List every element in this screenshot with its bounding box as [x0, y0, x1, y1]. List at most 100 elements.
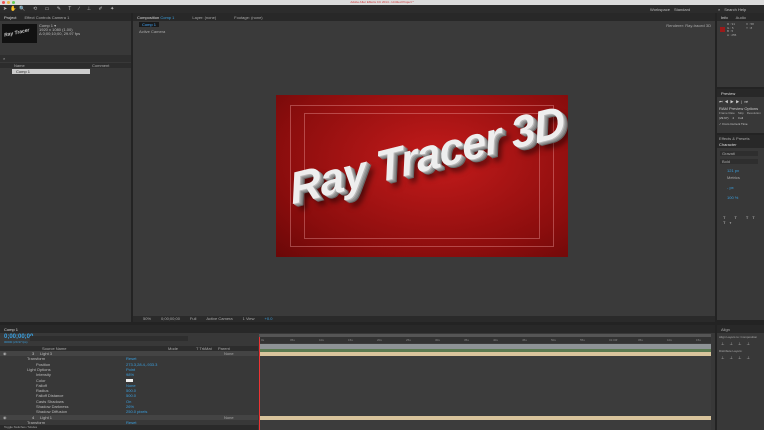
layer-bar-light3[interactable]	[259, 352, 711, 356]
timeline-search-input[interactable]	[30, 336, 188, 341]
tab-composition[interactable]: Composition Comp 1	[137, 15, 174, 20]
current-time-indicator[interactable]	[259, 337, 260, 430]
row-name: Position	[36, 361, 51, 367]
tab-effect-controls[interactable]: Effect Controls Camera 1	[24, 15, 69, 20]
font-size-field[interactable]: 121 px	[727, 168, 739, 173]
row-value[interactable]: None	[126, 383, 136, 388]
text-style-buttons[interactable]: T T TT Tт	[723, 215, 764, 225]
distribute-buttons[interactable]: ⊥⊥⊥⊥	[721, 355, 755, 360]
timecode-display[interactable]: 0;00;00;00	[161, 316, 180, 322]
ruler-tick-label: 15s	[348, 338, 353, 342]
timeline-tabs: Comp 1	[0, 325, 715, 333]
align-panel: Align Align Layers to: Composition ⊥⊥⊥⊥ …	[717, 325, 764, 430]
align-layers-to[interactable]: Align Layers to: Composition	[719, 335, 757, 339]
preview-panel: Preview ⏮◀▶▶|⏭ RAM Preview Options Frame…	[717, 89, 764, 133]
tab-audio[interactable]: Audio	[736, 15, 746, 20]
row-value[interactable]: On	[126, 399, 131, 404]
column-comment[interactable]: Comment	[92, 63, 109, 68]
row-value[interactable]: 500.0	[126, 393, 136, 398]
tool-icons[interactable]: ➤✋🔍 ⟲ ▭ ✎ T ∕ ⊥ ✐ ✦	[3, 6, 117, 12]
playback-controls[interactable]: ⏮◀▶▶|⏭	[719, 99, 750, 104]
project-columns: Name Comment	[0, 63, 131, 68]
font-family-select[interactable]: Gravati	[720, 151, 758, 156]
layer-row[interactable]: 3 ◉ Light 3 None	[0, 351, 258, 356]
row-name: Intensity	[36, 372, 51, 378]
view-layout-select[interactable]: 1 View	[243, 316, 255, 322]
renderer-info[interactable]: Renderer: Ray-traced 3D	[666, 23, 711, 28]
project-item-label: Comp 1	[16, 69, 31, 74]
time-ruler[interactable]: 0s 05s 10s 15s 20s 25s 30s 35s 40s 45s 50s 55s 01:00…	[259, 337, 711, 343]
tab-preview[interactable]: Preview	[721, 91, 735, 96]
resolution-select[interactable]: Full	[190, 316, 196, 322]
magnification-select[interactable]: 50%	[143, 316, 151, 322]
property-row[interactable]: Shadow Darkness 26%	[0, 404, 258, 409]
property-row[interactable]: Shadow Diffusion 250.0 pixels	[0, 409, 258, 414]
composition-canvas[interactable]: Ray Tracer 3D	[276, 95, 568, 257]
ruler-tick-label: 10s	[667, 338, 672, 342]
property-row[interactable]: Falloff Distance 500.0	[0, 393, 258, 398]
tab-comp1-timeline[interactable]: Comp 1	[4, 327, 18, 332]
property-row[interactable]: Casts Shadows On	[0, 399, 258, 404]
column-name[interactable]: Name	[14, 63, 25, 68]
row-value[interactable]: 98%	[126, 372, 134, 377]
layer-bar-light1[interactable]	[259, 416, 711, 420]
active-camera-label: Active Camera	[139, 29, 166, 34]
effects-tabs: Effects & Presets Character	[717, 135, 764, 148]
timeline-panel: Comp 1 0;00;00;00 00000 (29.97 fps) Sour…	[0, 325, 715, 430]
row-name: Casts Shadows	[36, 398, 64, 404]
row-name: Falloff Distance	[36, 393, 64, 399]
tracking-field[interactable]: Metrics	[727, 175, 740, 180]
property-row[interactable]: Light Options Point	[0, 367, 258, 372]
property-row[interactable]: Transform Reset	[0, 356, 258, 361]
layer-row[interactable]: 4 ◉ Light 1 None	[0, 414, 258, 420]
layer-number: 3	[32, 351, 35, 356]
exposure-value[interactable]: +0.0	[265, 316, 273, 322]
color-swatch[interactable]	[126, 378, 133, 382]
property-row[interactable]: Radius 500.0	[0, 388, 258, 393]
property-row[interactable]: Intensity 98%	[0, 372, 258, 377]
project-panel: Project Effect Controls Camera 1 Ray Tra…	[0, 13, 131, 322]
row-value[interactable]: Point	[126, 367, 135, 372]
comp-breadcrumb-chip[interactable]: Comp 1	[139, 22, 160, 27]
ruler-tick-label: 45s	[522, 338, 527, 342]
font-style-select[interactable]: Bold	[720, 159, 758, 164]
preview-values[interactable]: (29.97) 2 Full	[719, 116, 743, 120]
color-swatch	[720, 27, 725, 32]
tab-info[interactable]: Info	[721, 15, 728, 20]
row-value[interactable]: 250.0 pixels	[126, 409, 147, 414]
timeline-footer[interactable]: Toggle Switches / Modes	[0, 425, 258, 430]
property-row[interactable]: Color	[0, 378, 258, 383]
row-value[interactable]: 26%	[126, 404, 134, 409]
tab-project[interactable]: Project	[4, 15, 16, 20]
row-value[interactable]: 273.3,28.4,-933.3	[126, 362, 157, 367]
tab-footage[interactable]: Footage: (none)	[234, 15, 262, 20]
tab-layer[interactable]: Layer: (none)	[192, 15, 216, 20]
project-item-comp1[interactable]: Comp 1	[12, 69, 90, 74]
tab-align[interactable]: Align	[721, 327, 730, 332]
ruler-tick-label: 50s	[551, 338, 556, 342]
property-row[interactable]: Falloff None	[0, 383, 258, 388]
row-value[interactable]: Reset	[126, 356, 136, 361]
parent-select[interactable]: None	[224, 351, 234, 356]
workspace-area: Workspace Standard ⌕ Search Help	[650, 7, 746, 12]
tab-effects-presets[interactable]: Effects & Presets	[719, 136, 750, 141]
project-tabs: Project Effect Controls Camera 1	[0, 13, 131, 21]
align-buttons[interactable]: ⊥⊥⊥⊥	[721, 341, 755, 346]
track-area[interactable]: 0s 05s 10s 15s 20s 25s 30s 35s 40s 45s 50s 55s 01:00…	[259, 334, 711, 430]
property-row[interactable]: Position 273.3,28.4,-933.3	[0, 362, 258, 367]
leading-field[interactable]: - px	[727, 185, 734, 190]
tab-character[interactable]: Character	[719, 142, 737, 147]
row-name: Transform	[27, 356, 46, 362]
search-help-input[interactable]: Search Help	[724, 7, 746, 12]
from-current-time-checkbox[interactable]: ✓ From Current Time	[719, 122, 748, 126]
scale-field[interactable]: 100 %	[727, 195, 738, 200]
parent-select[interactable]: None	[224, 415, 234, 420]
visibility-eye-icon[interactable]: ◉	[3, 415, 7, 420]
row-name: Light Options	[27, 366, 51, 372]
visibility-eye-icon[interactable]: ◉	[3, 351, 7, 356]
camera-view-select[interactable]: Active Camera	[206, 316, 232, 322]
workspace-select[interactable]: Standard	[674, 7, 714, 12]
project-search-input[interactable]: ⌕	[0, 55, 131, 62]
row-value[interactable]: 500.0	[126, 388, 136, 393]
comp-info-duration: Δ 0;00;10;00, 29.97 fps	[39, 31, 81, 36]
